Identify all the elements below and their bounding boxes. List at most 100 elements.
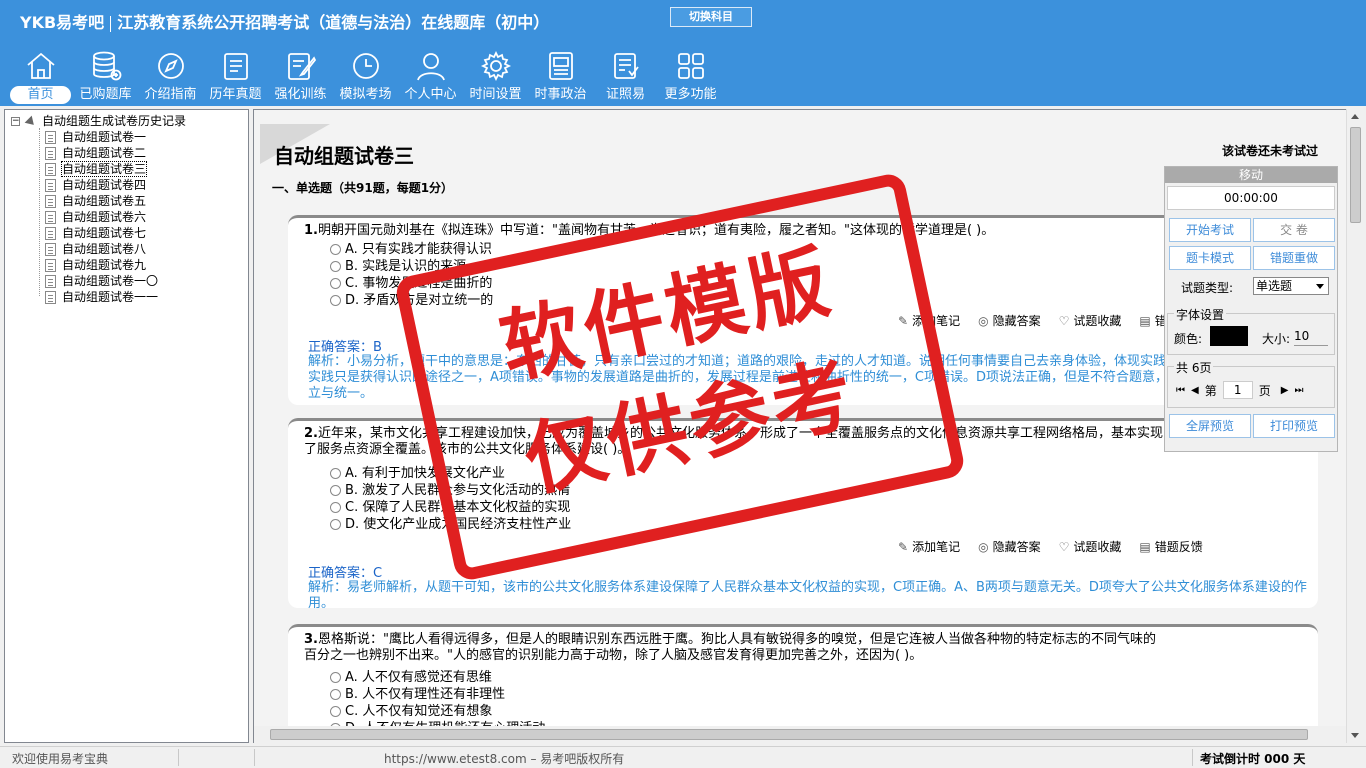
font-settings: 字体设置 颜色: 大小: (1167, 306, 1335, 355)
option-a[interactable]: A. 只有实践才能获得认识 (330, 241, 492, 258)
nav-more[interactable]: 更多功能 (658, 48, 723, 104)
color-swatch[interactable] (1210, 326, 1248, 346)
tree-item-paper[interactable]: 自动组题试卷一〇 (45, 273, 158, 289)
first-page-icon[interactable]: ⏮ (1176, 385, 1185, 396)
last-page-icon[interactable]: ⏭ (1294, 385, 1303, 396)
tree-item-paper[interactable]: 自动组题试卷二 (45, 145, 146, 161)
favorite-button[interactable]: ♡ 试题收藏 (1059, 312, 1122, 329)
home-icon (26, 52, 55, 79)
tree-item-paper[interactable]: 自动组题试卷七 (45, 225, 146, 241)
document-icon (45, 227, 56, 240)
radio-icon[interactable] (330, 485, 341, 496)
fullscreen-preview-button[interactable]: 全屏预览 (1169, 414, 1251, 438)
radio-icon[interactable] (330, 502, 341, 513)
app-header: YKB易考吧 江苏教育系统公开招聘考试（道德与法治）在线题库（初中） 切换科目 首… (0, 0, 1366, 106)
horizontal-scrollbar[interactable] (254, 726, 1346, 743)
radio-icon[interactable] (330, 519, 341, 530)
tree-item-paper[interactable]: 自动组题试卷四 (45, 177, 146, 193)
radio-icon[interactable] (330, 261, 341, 272)
status-bar: 欢迎使用易考宝典 https://www.etest8.com – 易考吧版权所… (0, 746, 1366, 768)
add-note-button[interactable]: ✎ 添加笔记 (898, 312, 960, 329)
option-b[interactable]: B. 人不仅有理性还有非理性 (330, 686, 505, 703)
option-c[interactable]: C. 事物发展过程是曲折的 (330, 275, 492, 292)
panel-move-handle[interactable]: 移动 (1165, 167, 1337, 183)
favorite-button[interactable]: ♡ 试题收藏 (1059, 538, 1122, 555)
brand-title: YKB易考吧 江苏教育系统公开招聘考试（道德与法治）在线题库（初中） (20, 9, 549, 33)
hide-answer-button[interactable]: ◎ 隐藏答案 (978, 538, 1041, 555)
question-text: 明朝开国元勋刘基在《拟连珠》中写道："盖闻物有甘苦，尝之者识；道有夷险，履之者知… (317, 223, 995, 238)
scroll-up-icon[interactable] (1351, 114, 1359, 119)
option-text: B. 人不仅有理性还有非理性 (345, 687, 506, 702)
start-exam-button[interactable]: 开始考试 (1169, 218, 1251, 242)
tree-connector (39, 128, 40, 296)
radio-icon[interactable] (330, 244, 341, 255)
print-preview-button[interactable]: 打印预览 (1253, 414, 1335, 438)
nav-past-papers[interactable]: 历年真题 (203, 48, 268, 104)
card-mode-button[interactable]: 题卡模式 (1169, 246, 1251, 270)
option-c[interactable]: C. 保障了人民群众基本文化权益的实现 (330, 499, 570, 516)
radio-icon[interactable] (330, 295, 341, 306)
correct-answer: 正确答案：B (308, 340, 382, 355)
next-page-icon[interactable]: ▶ (1281, 385, 1289, 396)
switch-subject-button[interactable]: 切换科目 (670, 7, 752, 27)
exam-status: 该试卷还未考试过 (1222, 144, 1319, 158)
nav-personal[interactable]: 个人中心 (398, 48, 463, 104)
redo-wrong-button[interactable]: 错题重做 (1253, 246, 1335, 270)
add-note-button[interactable]: ✎ 添加笔记 (898, 538, 960, 555)
certificate-icon (613, 53, 639, 79)
collapse-icon[interactable]: − (11, 117, 20, 126)
tree-root[interactable]: − 自动组题生成试卷历史记录 (11, 113, 186, 129)
tree-item-paper[interactable]: 自动组题试卷五 (45, 193, 146, 209)
nav-training[interactable]: 强化训练 (268, 48, 333, 104)
page-number-input[interactable] (1222, 381, 1253, 399)
nav-guide[interactable]: 介绍指南 (138, 48, 203, 104)
radio-icon[interactable] (330, 278, 341, 289)
nav-purchased[interactable]: 已购题库 (73, 48, 138, 104)
submit-button[interactable]: 交 卷 (1253, 218, 1335, 242)
tree-item-paper[interactable]: 自动组题试卷一 (45, 129, 146, 145)
radio-icon[interactable] (330, 672, 341, 683)
nav-certificate[interactable]: 证照易 (593, 48, 658, 104)
report-icon: ▤ (1139, 314, 1151, 328)
tree-item-paper-selected[interactable]: 自动组题试卷三 (45, 161, 148, 177)
list-doc-icon (223, 53, 248, 80)
main-nav: 首页 已购题库 介绍指南 历年真题 强化训练 模拟考场 个人中心 时间设置 时事… (8, 48, 723, 104)
nav-current-affairs[interactable]: 时事政治 (528, 48, 593, 104)
option-b[interactable]: B. 激发了人民群众参与文化活动的热情 (330, 482, 570, 499)
option-b[interactable]: B. 实践是认识的来源 (330, 258, 466, 275)
scroll-thumb[interactable] (270, 729, 1308, 740)
hide-answer-button[interactable]: ◎ 隐藏答案 (978, 312, 1041, 329)
tree-item-paper[interactable]: 自动组题试卷八 (45, 241, 146, 257)
exam-control-panel: 移动 00:00:00 开始考试 交 卷 题卡模式 错题重做 试题类型: 单选题… (1164, 166, 1338, 452)
scroll-down-icon[interactable] (1351, 733, 1359, 738)
nav-time-settings[interactable]: 时间设置 (463, 48, 528, 104)
prev-page-icon[interactable]: ◀ (1191, 385, 1199, 396)
question-number: 2. (304, 426, 318, 441)
scroll-thumb[interactable] (1350, 127, 1361, 223)
grid-icon (677, 53, 704, 79)
vertical-scrollbar[interactable] (1346, 109, 1363, 743)
document-icon (45, 291, 56, 304)
option-a[interactable]: A. 有利于加快发展文化产业 (330, 465, 505, 482)
nav-mock-exam[interactable]: 模拟考场 (333, 48, 398, 104)
option-c[interactable]: C. 人不仅有知觉还有想象 (330, 703, 492, 720)
option-d[interactable]: D. 矛盾双方是对立统一的 (330, 292, 493, 309)
report-error-button[interactable]: ▤错题反馈 (1139, 538, 1202, 555)
welcome-text: 欢迎使用易考宝典 (12, 752, 109, 766)
nav-mock-exam-label: 模拟考场 (339, 87, 392, 102)
clock-icon (352, 53, 379, 79)
radio-icon[interactable] (330, 689, 341, 700)
font-size-input[interactable] (1294, 326, 1328, 346)
option-d[interactable]: D. 使文化产业成为国民经济支柱性产业 (330, 516, 571, 533)
exam-countdown: 考试倒计时 000 天 (1200, 752, 1306, 766)
radio-icon[interactable] (330, 706, 341, 717)
nav-home[interactable]: 首页 (8, 48, 73, 104)
tree-item-paper[interactable]: 自动组题试卷一一 (45, 289, 158, 305)
radio-icon[interactable] (330, 468, 341, 479)
tree-item-paper[interactable]: 自动组题试卷六 (45, 209, 146, 225)
pencil-icon: ✎ (898, 314, 909, 328)
option-a[interactable]: A. 人不仅有感觉还有思维 (330, 669, 492, 686)
question-toolbar: ✎添加笔记 ◎隐藏答案 ♡试题收藏 ▤错题反馈 (898, 538, 1221, 555)
question-type-select[interactable]: 单选题 (1253, 277, 1329, 295)
tree-item-paper[interactable]: 自动组题试卷九 (45, 257, 146, 273)
